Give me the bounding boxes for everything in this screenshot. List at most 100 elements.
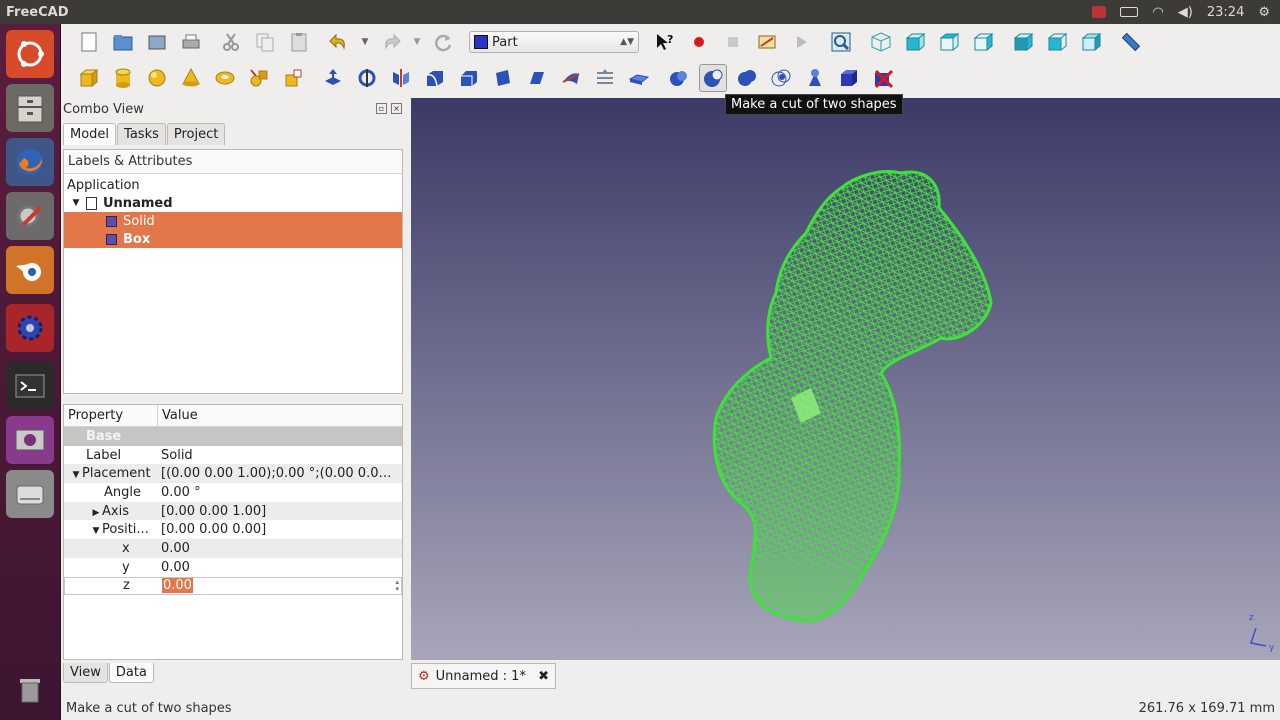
part-mirror-button[interactable] [387, 64, 415, 92]
print-button[interactable] [177, 28, 205, 56]
wifi-icon[interactable]: ◠ [1152, 5, 1163, 20]
launcher-dash[interactable] [6, 30, 54, 78]
paste-button[interactable] [285, 28, 313, 56]
expand-arrow-icon[interactable]: ▼ [90, 526, 102, 536]
launcher-system-settings[interactable] [6, 192, 54, 240]
measure-button[interactable] [1117, 28, 1145, 56]
view-left-button[interactable] [1077, 28, 1105, 56]
tree-item-document[interactable]: ▼ Unnamed [64, 194, 402, 212]
view-rear-button[interactable] [1009, 28, 1037, 56]
part-sweep-button[interactable] [591, 64, 619, 92]
power-gear-icon[interactable]: ⚙ [1258, 5, 1270, 20]
part-fuse-button[interactable] [733, 64, 761, 92]
undo-dropdown[interactable]: ▼ [359, 28, 371, 56]
fit-all-button[interactable] [827, 28, 855, 56]
launcher-firefox[interactable] [6, 138, 54, 186]
view-right-button[interactable] [969, 28, 997, 56]
volume-icon[interactable]: ◀) [1178, 5, 1193, 20]
mesh-model[interactable]: z y [411, 98, 1280, 660]
whats-this-button[interactable]: ? [651, 28, 679, 56]
clock[interactable]: 23:24 [1207, 5, 1244, 20]
launcher-trash[interactable] [6, 664, 54, 712]
property-group-base[interactable]: Base [64, 427, 402, 446]
save-button[interactable] [143, 28, 171, 56]
part-check-geometry-button[interactable] [835, 64, 863, 92]
property-row-angle[interactable]: Angle 0.00 ° [64, 483, 402, 502]
macro-run-button[interactable] [787, 28, 815, 56]
redo-dropdown[interactable]: ▼ [411, 28, 423, 56]
tab-view[interactable]: View [63, 663, 108, 683]
property-value[interactable]: Solid [158, 448, 398, 463]
tab-tasks[interactable]: Tasks [117, 123, 166, 145]
part-fillet-button[interactable] [421, 64, 449, 92]
part-revolve-button[interactable] [353, 64, 381, 92]
property-row-y[interactable]: y 0.00 [64, 558, 402, 577]
launcher-media[interactable] [6, 416, 54, 464]
launcher-files[interactable] [6, 84, 54, 132]
refresh-button[interactable] [429, 28, 457, 56]
copy-button[interactable] [251, 28, 279, 56]
expand-arrow-icon[interactable]: ▼ [70, 470, 82, 480]
property-value[interactable]: [(0.00 0.00 1.00);0.00 °;(0.00 0.00 0...… [158, 466, 398, 481]
record-indicator-icon[interactable] [1092, 6, 1107, 18]
part-section-button[interactable] [625, 64, 653, 92]
part-shape-builder-button[interactable] [279, 64, 307, 92]
property-value[interactable]: 0.00 ° [158, 485, 398, 500]
property-value[interactable]: [0.00 0.00 0.00] [158, 522, 398, 537]
tab-model[interactable]: Model [63, 123, 117, 145]
part-loft-button[interactable] [557, 64, 585, 92]
part-make-face-button[interactable] [489, 64, 517, 92]
property-row-z[interactable]: z 0.00 ▴ ▾ [64, 576, 402, 596]
property-row-label[interactable]: Label Solid [64, 446, 402, 465]
tab-data[interactable]: Data [108, 663, 154, 683]
z-value-input[interactable]: 0.00 [162, 578, 193, 594]
part-box-button[interactable] [75, 64, 103, 92]
macro-stop-button[interactable] [719, 28, 747, 56]
property-value[interactable]: 0.00 [158, 541, 398, 556]
workbench-selector[interactable]: Part ▲▼ [469, 31, 639, 53]
z-value-editor[interactable]: 0.00 ▴ ▾ [159, 578, 399, 594]
property-row-x[interactable]: x 0.00 [64, 539, 402, 558]
part-cone-button[interactable] [177, 64, 205, 92]
part-chamfer-button[interactable] [455, 64, 483, 92]
expand-arrow-icon[interactable]: ▼ [70, 198, 82, 208]
launcher-disk[interactable] [6, 470, 54, 518]
battery-icon[interactable] [1120, 7, 1139, 17]
tab-project[interactable]: Project [166, 123, 226, 145]
view-bottom-button[interactable] [1043, 28, 1071, 56]
launcher-freecad[interactable] [6, 304, 54, 352]
3d-viewport[interactable]: z y [411, 98, 1280, 660]
expand-arrow-icon[interactable]: ▶ [90, 508, 102, 518]
spinbox-arrows-icon[interactable]: ▴ ▾ [395, 578, 399, 593]
new-document-button[interactable] [75, 28, 103, 56]
part-cut-button[interactable] [699, 64, 727, 92]
part-join-features-button[interactable] [801, 64, 829, 92]
float-panel-button[interactable]: ▫ [376, 103, 387, 114]
part-ruled-surface-button[interactable] [523, 64, 551, 92]
tree-item-solid[interactable]: Solid [64, 212, 402, 230]
launcher-blender[interactable] [6, 246, 54, 294]
view-axonometric-button[interactable] [867, 28, 895, 56]
tree-item-box[interactable]: Box [64, 230, 402, 248]
part-defeaturing-button[interactable] [869, 64, 897, 92]
view-front-button[interactable] [901, 28, 929, 56]
redo-button[interactable] [377, 28, 405, 56]
launcher-terminal[interactable] [6, 362, 54, 410]
undo-button[interactable] [325, 28, 353, 56]
part-common-button[interactable] [767, 64, 795, 92]
property-row-position[interactable]: ▼ Positi... [0.00 0.00 0.00] [64, 520, 402, 539]
open-button[interactable] [109, 28, 137, 56]
macro-record-button[interactable] [685, 28, 713, 56]
part-extrude-button[interactable] [319, 64, 347, 92]
close-tab-icon[interactable]: ✖ [538, 669, 549, 684]
part-sphere-button[interactable] [143, 64, 171, 92]
macro-edit-button[interactable] [753, 28, 781, 56]
part-cylinder-button[interactable] [109, 64, 137, 92]
part-boolean-button[interactable] [665, 64, 693, 92]
part-primitives-button[interactable] [245, 64, 273, 92]
part-torus-button[interactable] [211, 64, 239, 92]
document-tab[interactable]: ⚙ Unnamed : 1* ✖ [411, 663, 556, 689]
property-row-placement[interactable]: ▼ Placement [(0.00 0.00 1.00);0.00 °;(0.0… [64, 464, 402, 484]
property-value[interactable]: 0.00 [158, 560, 398, 575]
tree-item-application[interactable]: Application [64, 176, 402, 194]
